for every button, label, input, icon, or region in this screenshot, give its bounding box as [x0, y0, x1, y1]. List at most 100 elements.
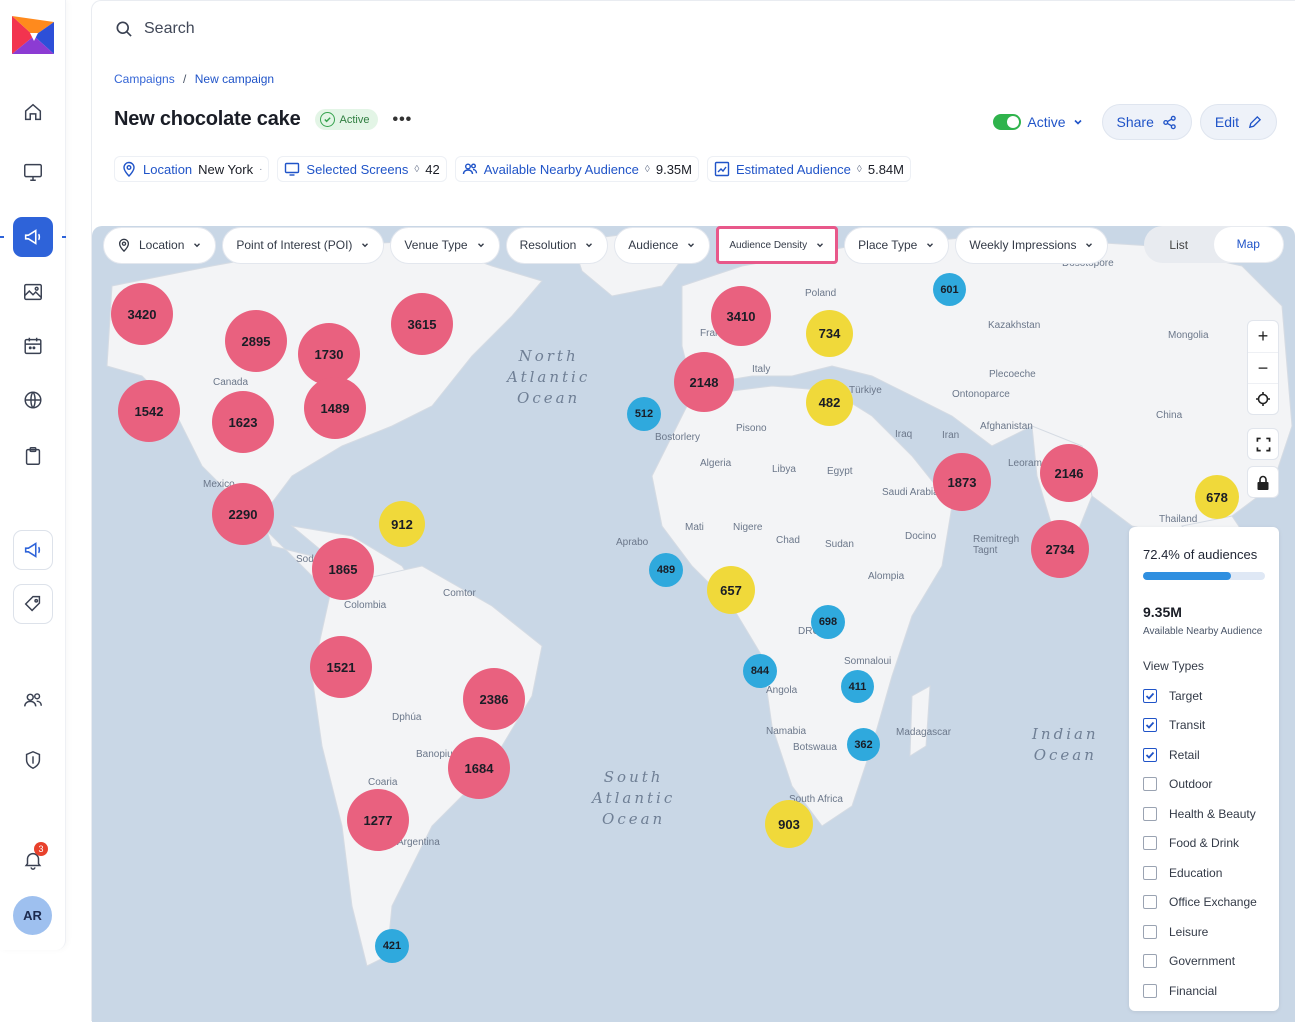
view-type-option[interactable]: Retail [1143, 740, 1265, 770]
cluster-marker[interactable]: 1623 [212, 391, 274, 453]
cluster-marker[interactable]: 1542 [118, 380, 180, 442]
edit-button[interactable]: Edit [1199, 104, 1277, 140]
nav-campaigns[interactable] [13, 217, 53, 257]
meta-screens[interactable]: Selected Screens ◊ 42 [277, 156, 447, 182]
cluster-marker[interactable]: 734 [806, 310, 853, 357]
view-type-option[interactable]: Health & Beauty [1143, 799, 1265, 829]
avatar[interactable]: AR [13, 896, 52, 935]
cluster-marker[interactable]: 903 [765, 800, 813, 848]
view-type-option[interactable]: Office Exchange [1143, 888, 1265, 918]
cluster-marker[interactable]: 912 [379, 501, 425, 547]
cluster-marker[interactable]: 3410 [711, 286, 771, 346]
filter-audience-density[interactable]: Audience Density [716, 226, 839, 264]
view-type-option[interactable]: Education [1143, 858, 1265, 888]
cluster-marker[interactable]: 1684 [448, 737, 510, 799]
breadcrumb-campaigns[interactable]: Campaigns [114, 72, 175, 86]
checkbox[interactable] [1143, 865, 1157, 880]
nav-users[interactable] [13, 680, 53, 720]
checkbox[interactable] [1143, 836, 1157, 851]
checkbox[interactable] [1143, 954, 1157, 969]
cluster-marker[interactable]: 3420 [111, 283, 173, 345]
nav-home[interactable] [13, 92, 53, 132]
checkbox[interactable] [1143, 924, 1157, 939]
fullscreen-button[interactable] [1247, 428, 1279, 460]
place-label: Coaria [368, 777, 398, 788]
filter-location[interactable]: Location [103, 226, 217, 264]
cluster-marker[interactable]: 678 [1195, 475, 1239, 519]
zoom-in-button[interactable]: + [1248, 321, 1278, 352]
checkbox[interactable] [1143, 983, 1157, 998]
cluster-marker[interactable]: 1730 [298, 323, 360, 385]
view-map-button[interactable]: Map [1213, 227, 1283, 262]
cluster-marker[interactable]: 1521 [310, 636, 372, 698]
checkbox[interactable] [1143, 806, 1157, 821]
cluster-marker[interactable]: 362 [847, 728, 880, 761]
checkbox[interactable] [1143, 895, 1157, 910]
share-button[interactable]: Share [1101, 104, 1192, 140]
checkbox-checked[interactable] [1143, 747, 1157, 762]
nav-announcements[interactable] [13, 530, 53, 570]
cluster-marker[interactable]: 3615 [391, 293, 453, 355]
cluster-marker[interactable]: 411 [841, 670, 874, 703]
cluster-marker[interactable]: 2734 [1031, 520, 1089, 578]
meta-location[interactable]: Location New York · [114, 156, 270, 182]
view-list-button[interactable]: List [1144, 238, 1214, 252]
nav-integrations[interactable] [13, 740, 53, 780]
cluster-marker[interactable]: 2895 [225, 310, 287, 372]
view-type-option[interactable]: Leisure [1143, 917, 1265, 947]
checkbox[interactable] [1143, 777, 1157, 792]
nav-notifications[interactable]: 3 [13, 840, 53, 880]
cluster-marker[interactable]: 2290 [212, 483, 274, 545]
cluster-marker[interactable]: 489 [649, 553, 683, 587]
filter-poi[interactable]: Point of Interest (POI) [222, 226, 385, 264]
meta-nearby-audience[interactable]: Available Nearby Audience ◊ 9.35M [454, 156, 699, 182]
view-type-option[interactable]: Government [1143, 947, 1265, 977]
app-logo[interactable] [10, 14, 56, 56]
nav-clipboard[interactable] [13, 436, 53, 476]
map-view[interactable]: North Atlantic Ocean South Atlantic Ocean In… [92, 226, 1295, 1022]
nav-globe[interactable] [13, 380, 53, 420]
cluster-marker[interactable]: 1873 [933, 453, 991, 511]
breadcrumb: Campaigns / New campaign [114, 72, 274, 86]
search-bar[interactable]: Search [114, 19, 195, 39]
cluster-marker[interactable]: 2386 [463, 668, 525, 730]
cluster-marker[interactable]: 1277 [347, 789, 409, 851]
view-type-label: Financial [1169, 983, 1218, 998]
zoom-out-button[interactable]: − [1248, 352, 1278, 383]
filter-place-type[interactable]: Place Type [844, 226, 950, 264]
search-input[interactable]: Search [144, 20, 195, 38]
filter-resolution[interactable]: Resolution [505, 226, 609, 264]
cluster-marker[interactable]: 1865 [312, 538, 374, 600]
view-type-option[interactable]: Outdoor [1143, 770, 1265, 800]
filter-audience[interactable]: Audience [614, 226, 711, 264]
filter-weekly-impressions[interactable]: Weekly Impressions [955, 226, 1109, 264]
nav-calendar[interactable] [13, 326, 53, 366]
view-type-option[interactable]: Food & Drink [1143, 829, 1265, 859]
view-type-option[interactable]: Target [1143, 681, 1265, 711]
cluster-marker[interactable]: 601 [933, 273, 966, 306]
cluster-marker[interactable]: 2148 [674, 352, 734, 412]
cluster-marker[interactable]: 421 [375, 929, 409, 963]
cluster-marker[interactable]: 512 [627, 397, 661, 431]
nav-tags[interactable] [13, 584, 53, 624]
cluster-marker[interactable]: 698 [811, 605, 845, 639]
cluster-marker[interactable]: 657 [707, 566, 755, 614]
cluster-marker[interactable]: 1489 [304, 377, 366, 439]
cluster-marker[interactable]: 2146 [1040, 444, 1098, 502]
view-type-option[interactable]: Financial [1143, 976, 1265, 1006]
toggle-switch[interactable] [993, 114, 1022, 130]
more-options-button[interactable]: ••• [392, 111, 412, 129]
locate-button[interactable] [1248, 383, 1278, 414]
meta-estimated-audience[interactable]: Estimated Audience ◊ 5.84M [707, 156, 911, 182]
cluster-marker[interactable]: 482 [806, 379, 853, 426]
active-toggle[interactable]: Active [993, 114, 1083, 130]
lock-button[interactable] [1247, 466, 1279, 498]
checkbox-checked[interactable] [1143, 718, 1157, 733]
cluster-marker[interactable]: 844 [743, 654, 777, 688]
view-type-option[interactable]: Transit [1143, 711, 1265, 741]
nav-screens[interactable] [13, 152, 53, 192]
breadcrumb-current: New campaign [194, 72, 275, 86]
filter-venue-type[interactable]: Venue Type [390, 226, 500, 264]
nav-media[interactable] [13, 272, 53, 312]
checkbox-checked[interactable] [1143, 688, 1157, 703]
